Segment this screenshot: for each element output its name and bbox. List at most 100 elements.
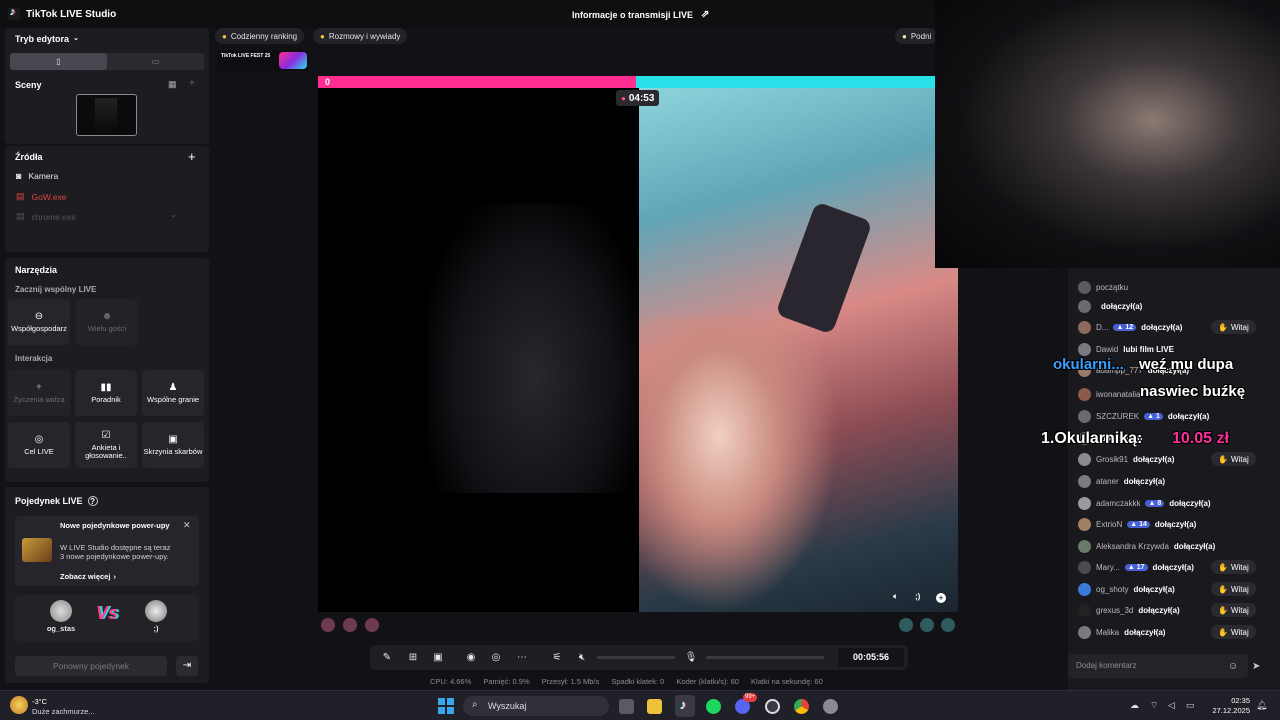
capture-icon[interactable]: ◎ (489, 651, 503, 665)
steam-icon[interactable] (765, 699, 780, 714)
add-scene-icon[interactable]: + (189, 78, 195, 89)
chat-message: ataner dołączył(a) (1078, 474, 1165, 488)
chat-avatar[interactable] (1078, 409, 1091, 423)
rematch-button[interactable]: Ponowny pojedynek (15, 656, 167, 676)
editor-mode-dropdown[interactable]: Tryb edytora ⌄ (15, 34, 79, 44)
chat-username[interactable]: Mary... (1096, 563, 1120, 572)
exit-battle-icon[interactable]: ⇥ (176, 656, 198, 676)
chevron-down-icon[interactable]: ⌄ (170, 210, 177, 219)
promo-link[interactable]: Zobacz więcej › (60, 572, 116, 581)
chat-avatar[interactable] (1078, 582, 1091, 596)
chat-username[interactable]: Dawid (1096, 345, 1118, 354)
taskbar-search[interactable]: ⌕ Wyszukaj (463, 696, 609, 716)
add-source-icon[interactable]: + (188, 149, 196, 164)
chat-avatar[interactable] (1078, 280, 1091, 294)
scene-thumbnail[interactable] (76, 94, 137, 136)
chat-avatar[interactable] (1078, 342, 1091, 356)
welcome-button[interactable]: ✋ Witaj (1211, 320, 1256, 334)
battery-icon[interactable]: ▭ (1186, 700, 1195, 711)
welcome-button[interactable]: ✋ Witaj (1211, 452, 1256, 466)
comment-input[interactable]: Dodaj komentarz (1068, 654, 1248, 678)
speaker-muted-icon[interactable]: 🔇︎ (575, 651, 589, 665)
volume-icon[interactable]: ◁ (1168, 700, 1175, 711)
more-icon[interactable]: ⋯ (515, 651, 529, 665)
chat-username[interactable]: ExtrioN (1096, 520, 1122, 529)
chat-username[interactable]: ataner (1096, 477, 1119, 486)
record-icon[interactable]: ◉ (464, 651, 478, 665)
chat-avatar[interactable] (1078, 299, 1091, 313)
grid-view-icon[interactable]: ▦ (168, 79, 177, 90)
welcome-button[interactable]: ✋ Witaj (1211, 560, 1256, 574)
chat-username[interactable]: Grosik91 (1096, 455, 1128, 464)
stream-info-button[interactable]: Informacje o transmisji LIVE ⇗ (572, 9, 709, 20)
chat-username[interactable]: iwonanatalia (1096, 390, 1140, 399)
guide-button[interactable]: ▮▮ Poradnik (75, 370, 137, 416)
cohost-button[interactable]: ⊖ Współgospodarz (8, 299, 70, 345)
chat-avatar[interactable] (1078, 625, 1091, 639)
play-together-button[interactable]: ♟ Wspólne granie (142, 370, 204, 416)
chat-username[interactable]: początku (1096, 283, 1128, 292)
tips-pill[interactable]: ● Podni (895, 28, 937, 44)
welcome-label: Witaj (1230, 454, 1249, 464)
speaker-icon[interactable]: 🔈︎ (893, 591, 898, 602)
chat-username[interactable]: adamczakkk (1096, 499, 1140, 508)
welcome-button[interactable]: ✋ Witaj (1211, 582, 1256, 596)
mixer-icon[interactable]: ⚟ (550, 651, 564, 665)
portrait-mode-button[interactable]: ▯ (10, 53, 107, 70)
chat-username[interactable]: SZCZUREK (1096, 412, 1139, 421)
chat-username[interactable]: og_shoty (1096, 585, 1128, 594)
chat-avatar[interactable] (1078, 320, 1091, 334)
source-item-game[interactable]: ▤ GoW.exe (16, 191, 66, 202)
settings-gear-icon[interactable] (823, 699, 838, 714)
close-icon[interactable]: ✕ (183, 520, 191, 531)
chat-username[interactable]: Aleksandra Krzywda (1096, 542, 1169, 551)
start-button[interactable] (438, 698, 454, 714)
chat-username[interactable]: D... (1096, 323, 1108, 332)
network-icon[interactable]: ☁ (1130, 700, 1139, 711)
live-goal-button[interactable]: ◎ Cel LIVE (8, 422, 70, 468)
welcome-button[interactable]: ✋ Witaj (1211, 603, 1256, 617)
window-icon: ▤ (16, 211, 25, 221)
chrome-icon[interactable] (794, 699, 809, 714)
weather-icon[interactable] (10, 696, 28, 714)
task-view-icon[interactable] (619, 699, 634, 714)
poll-button[interactable]: ☑ Ankieta i głosowanie.. (75, 422, 137, 468)
viewer-wishes-button[interactable]: ✦ Życzenia widza (8, 370, 70, 416)
emoji-icon[interactable]: ☺ (1228, 661, 1238, 672)
follow-plus-icon[interactable]: + (936, 593, 946, 603)
welcome-button[interactable]: ✋ Witaj (1211, 625, 1256, 639)
layout-icon[interactable]: ▣ (431, 651, 445, 665)
chat-username[interactable]: Malika (1096, 628, 1119, 637)
daily-ranking-pill[interactable]: ● Codzienny ranking (215, 28, 305, 44)
help-icon[interactable]: ? (87, 496, 98, 506)
chat-avatar[interactable] (1078, 474, 1091, 488)
chat-avatar[interactable] (1078, 496, 1091, 510)
chat-avatar[interactable] (1078, 387, 1091, 401)
wifi-icon[interactable]: ⌔ (1150, 700, 1158, 711)
speaker-volume-slider[interactable] (597, 656, 675, 659)
interviews-pill[interactable]: ● Rozmowy i wywiady (313, 28, 408, 44)
source-item-camera[interactable]: ◙ Kamera (16, 171, 58, 181)
chat-username[interactable]: grexus_3d (1096, 606, 1133, 615)
treasure-chest-button[interactable]: ▣ Skrzynia skarbów (142, 422, 204, 468)
live-fest-banner[interactable]: TikTok LIVE FEST 25 (217, 50, 309, 71)
clock-time[interactable]: 02:35 (1212, 696, 1250, 705)
file-explorer-icon[interactable] (647, 699, 662, 714)
chat-avatar[interactable] (1078, 603, 1091, 617)
chat-avatar[interactable] (1078, 560, 1091, 574)
microphone-icon[interactable]: 🎙︎ (684, 651, 698, 665)
mic-volume-slider[interactable] (706, 656, 824, 659)
spotify-icon[interactable] (706, 699, 721, 714)
chat-avatar[interactable] (1078, 539, 1091, 553)
magic-wand-icon[interactable]: ✎ (380, 651, 394, 665)
send-icon[interactable]: ➤ (1252, 661, 1260, 672)
clock-date[interactable]: 27.12.2025 (1206, 706, 1250, 715)
chat-avatar[interactable] (1078, 517, 1091, 531)
tiktok-app-icon[interactable]: ♪ (675, 695, 695, 717)
multi-guest-button[interactable]: ☻ Wielu gości (76, 299, 138, 345)
source-item-chrome[interactable]: ▤ chrome.exe (16, 211, 76, 222)
add-media-icon[interactable]: ⊞ (406, 651, 420, 665)
landscape-mode-button[interactable]: ▭ (107, 53, 204, 70)
chat-avatar[interactable] (1078, 452, 1091, 466)
notification-bell-icon[interactable]: 🔔︎ (1256, 700, 1267, 711)
